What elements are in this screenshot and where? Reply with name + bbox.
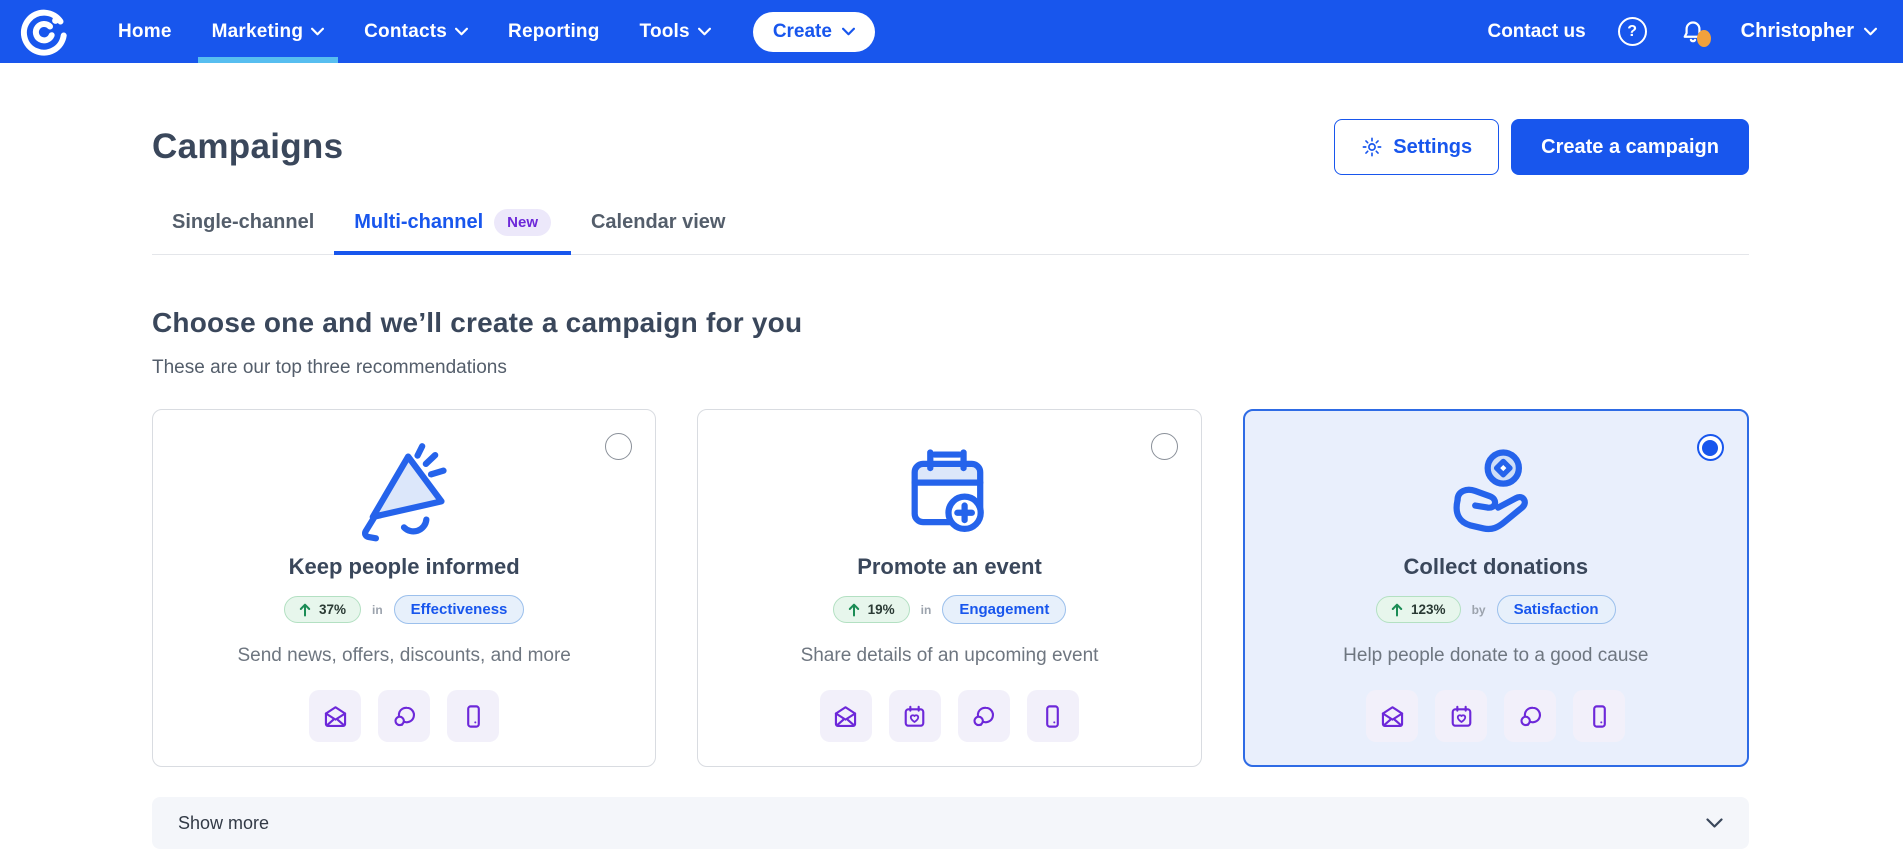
- chevron-down-icon: [697, 27, 711, 36]
- nav-item-contacts[interactable]: Contacts: [344, 0, 488, 63]
- chevron-down-icon: [841, 27, 855, 36]
- megaphone-icon: [362, 443, 447, 542]
- stat-badge: 123%: [1376, 596, 1461, 623]
- card-description: Send news, offers, discounts, and more: [237, 645, 571, 666]
- stat-connector: in: [371, 602, 383, 617]
- hand-holding-coin-icon: [1453, 449, 1528, 533]
- stat-connector: in: [920, 602, 932, 617]
- category-badge: Satisfaction: [1496, 595, 1616, 624]
- card-title: Keep people informed: [288, 554, 520, 579]
- notifications-bell-icon[interactable]: [1679, 16, 1711, 48]
- recommendation-cards: Keep people informed 37% in Effectivenes…: [152, 409, 1749, 767]
- card-keep-people-informed[interactable]: Keep people informed 37% in Effectivenes…: [152, 409, 657, 767]
- nav-item-reporting[interactable]: Reporting: [488, 0, 620, 63]
- section-subheading: These are our top three recommendations: [152, 357, 507, 378]
- category-badge: Engagement: [942, 595, 1067, 624]
- chat-channel-icon: [378, 690, 431, 742]
- nav-item-home[interactable]: Home: [98, 0, 192, 63]
- calendar-channel-icon: [1435, 690, 1488, 742]
- phone-channel-icon: [447, 690, 500, 742]
- channel-list: [819, 690, 1079, 742]
- arrow-up-icon: [848, 603, 859, 616]
- gear-icon: [1362, 137, 1382, 157]
- nav-item-marketing[interactable]: Marketing: [192, 0, 345, 63]
- page-title: Campaigns: [152, 127, 344, 166]
- create-campaign-button[interactable]: Create a campaign: [1511, 119, 1749, 175]
- channel-list: [1366, 690, 1626, 742]
- nav-right: Contact us ? Christopher: [1487, 16, 1877, 48]
- brand-logo-icon[interactable]: [20, 8, 68, 56]
- radio-selected[interactable]: [1696, 434, 1724, 461]
- email-channel-icon: [1366, 690, 1419, 742]
- chevron-down-icon: [1864, 27, 1877, 36]
- new-badge: New: [494, 209, 551, 236]
- main-nav: Home Marketing Contacts Reporting Tools: [98, 0, 731, 63]
- chat-channel-icon: [1504, 690, 1557, 742]
- category-badge: Effectiveness: [393, 595, 525, 624]
- user-menu[interactable]: Christopher: [1741, 20, 1877, 43]
- channel-list: [309, 690, 500, 742]
- calendar-plus-icon: [912, 449, 985, 533]
- card-description: Share details of an upcoming event: [800, 645, 1099, 666]
- page-content: Campaigns Settings Create a campaign Sin…: [0, 119, 1903, 849]
- create-button[interactable]: Create: [752, 11, 875, 52]
- card-description: Help people donate to a good cause: [1343, 645, 1649, 666]
- chevron-down-icon: [1706, 817, 1723, 828]
- campaign-tabs: Single-channel Multi-channel New Calenda…: [152, 203, 1749, 255]
- notification-dot: [1696, 29, 1711, 47]
- card-title: Collect donations: [1403, 554, 1589, 579]
- email-channel-icon: [309, 690, 362, 742]
- tab-single-channel[interactable]: Single-channel: [152, 203, 334, 255]
- stat-badge: 37%: [283, 596, 361, 623]
- tab-calendar-view[interactable]: Calendar view: [571, 203, 746, 255]
- chevron-down-icon: [311, 27, 325, 36]
- show-more-expander[interactable]: Show more: [152, 797, 1749, 849]
- nav-item-tools[interactable]: Tools: [620, 0, 731, 63]
- tab-multi-channel[interactable]: Multi-channel New: [334, 203, 571, 255]
- radio-unselected[interactable]: [605, 433, 633, 460]
- radio-unselected[interactable]: [1150, 433, 1178, 460]
- card-title: Promote an event: [857, 554, 1042, 579]
- chat-channel-icon: [957, 690, 1010, 742]
- settings-button[interactable]: Settings: [1334, 119, 1500, 175]
- top-nav: Home Marketing Contacts Reporting Tools …: [0, 0, 1903, 63]
- stat-badge: 19%: [832, 596, 910, 623]
- section-heading: Choose one and we’ll create a campaign f…: [152, 307, 803, 338]
- contact-us-link[interactable]: Contact us: [1487, 21, 1585, 43]
- help-icon[interactable]: ?: [1617, 17, 1647, 46]
- card-promote-an-event[interactable]: Promote an event 19% in Engagement Share…: [697, 409, 1202, 767]
- chevron-down-icon: [455, 27, 469, 36]
- show-more-label: Show more: [178, 812, 270, 833]
- arrow-up-icon: [1391, 603, 1403, 616]
- card-collect-donations[interactable]: Collect donations 123% by Satisfaction H…: [1242, 409, 1749, 767]
- calendar-channel-icon: [888, 690, 941, 742]
- email-channel-icon: [819, 690, 872, 742]
- arrow-up-icon: [299, 603, 311, 616]
- phone-channel-icon: [1026, 690, 1079, 742]
- phone-channel-icon: [1573, 690, 1626, 742]
- stat-connector: by: [1471, 602, 1486, 617]
